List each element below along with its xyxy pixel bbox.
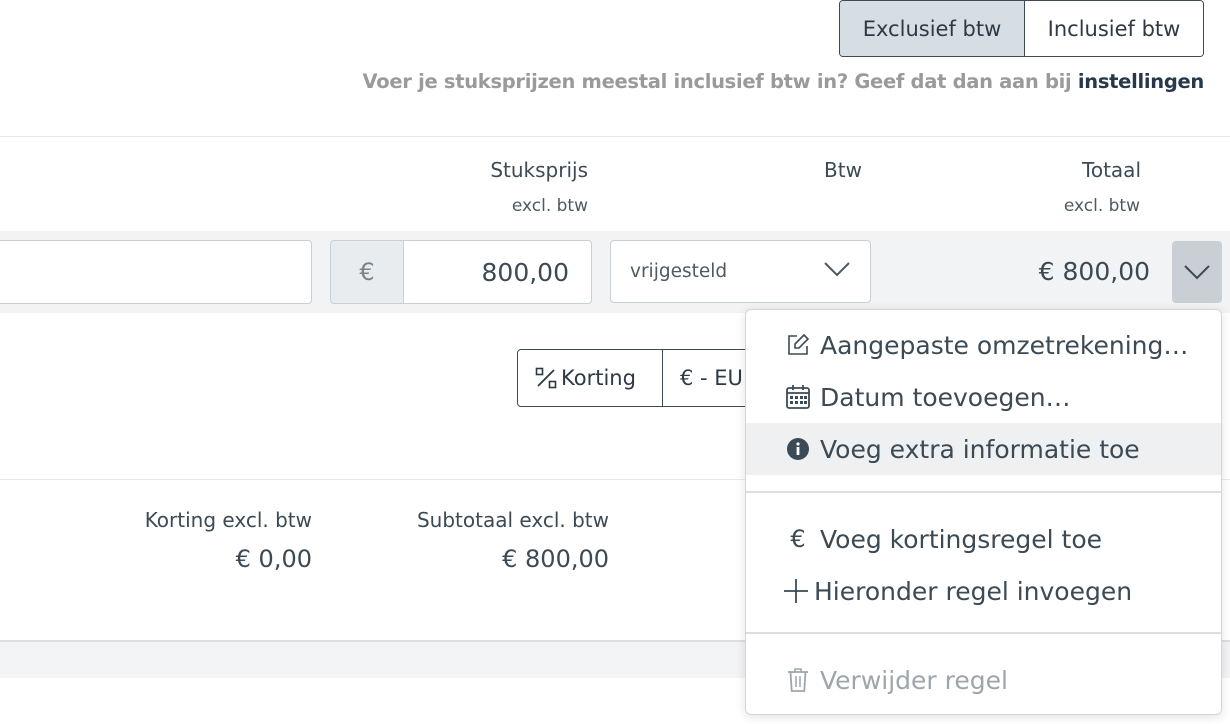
column-header-total: Totaal (1082, 158, 1141, 182)
menu-item-delete-line[interactable]: Verwijder regel (746, 654, 1221, 706)
menu-item-label: Voeg extra informatie toe (820, 434, 1140, 464)
menu-item-label: Verwijder regel (820, 665, 1008, 695)
line-actions-menu: Aangepaste omzetrekening… Datum toevoege… (745, 309, 1222, 715)
menu-item-label: Hieronder regel invoegen (814, 576, 1133, 606)
column-header-unit-price: Stuksprijs (490, 158, 588, 182)
column-header-vat: Btw (824, 158, 862, 182)
euro-icon: € (790, 525, 806, 553)
menu-item-label: Datum toevoegen… (820, 382, 1071, 412)
menu-item-add-discount-line[interactable]: € Voeg kortingsregel toe (746, 513, 1221, 565)
plus-icon (782, 577, 810, 605)
divider (0, 136, 1230, 137)
vat-select-value: vrijgesteld (630, 261, 728, 282)
column-subheader-total: excl. btw (1063, 196, 1140, 216)
menu-divider (746, 491, 1221, 493)
subtotal-value: € 800,00 (502, 545, 609, 573)
settings-link[interactable]: instellingen (1078, 70, 1204, 93)
currency-addon: € (331, 241, 404, 303)
vat-mode-toggle: Exclusief btw Inclusief btw (839, 0, 1204, 57)
menu-item-label: Voeg kortingsregel toe (820, 524, 1103, 554)
unit-price-field[interactable]: € 800,00 (330, 240, 592, 304)
vat-select[interactable]: vrijgesteld (610, 240, 871, 303)
menu-item-custom-revenue-account[interactable]: Aangepaste omzetrekening… (746, 319, 1221, 371)
settings-hint-text: Voer je stuksprijzen meestal inclusief b… (362, 70, 1078, 93)
trash-icon (784, 666, 812, 694)
menu-item-insert-line-below[interactable]: Hieronder regel invoegen (746, 565, 1221, 617)
edit-icon (784, 331, 812, 359)
info-icon (784, 435, 812, 463)
currency-button-label: € - EU (680, 366, 743, 390)
menu-item-add-date[interactable]: Datum toevoegen… (746, 371, 1221, 423)
chevron-down-icon (824, 262, 850, 277)
chevron-down-icon (1184, 265, 1210, 280)
discount-button[interactable]: Korting (517, 349, 663, 407)
description-input[interactable] (0, 240, 312, 304)
line-actions-button[interactable] (1172, 241, 1222, 303)
discount-total-value: € 0,00 (235, 545, 312, 573)
exclusive-vat-option[interactable]: Exclusief btw (840, 1, 1025, 56)
calendar-icon (784, 383, 812, 411)
percent-icon (535, 367, 557, 389)
menu-divider (746, 632, 1221, 634)
menu-item-label: Aangepaste omzetrekening… (820, 330, 1189, 360)
discount-total-label: Korting excl. btw (144, 508, 312, 532)
line-total: € 800,00 (1038, 257, 1150, 286)
settings-hint: Voer je stuksprijzen meestal inclusief b… (362, 70, 1205, 93)
discount-button-label: Korting (561, 366, 636, 390)
menu-item-add-extra-info[interactable]: Voeg extra informatie toe (746, 423, 1221, 475)
subtotal-label: Subtotaal excl. btw (416, 508, 609, 532)
column-subheader-unit-price: excl. btw (511, 196, 588, 216)
unit-price-input[interactable]: 800,00 (404, 241, 591, 303)
inclusive-vat-option[interactable]: Inclusief btw (1025, 1, 1203, 56)
